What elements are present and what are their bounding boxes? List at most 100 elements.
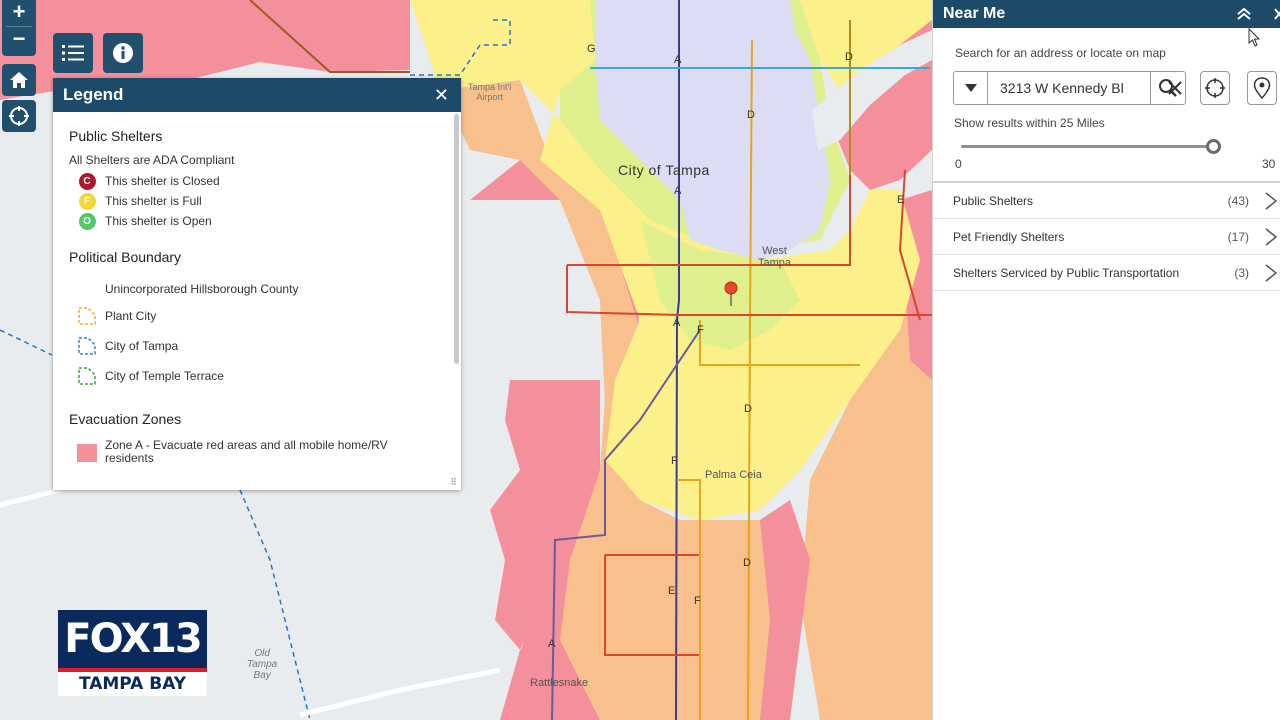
slider-max-label: 30 [1262, 157, 1276, 171]
chevron-right-icon [1265, 264, 1278, 282]
zoom-out-button[interactable]: − [2, 27, 36, 53]
home-icon [10, 72, 28, 88]
airport-label: Tampa Int'l Airport [468, 82, 512, 102]
route-letter-a: A [548, 638, 556, 650]
route-letter-f: F [671, 455, 678, 467]
select-location-on-map-button[interactable] [1247, 71, 1277, 105]
temple-terrace-boundary-icon [78, 367, 96, 385]
legend-item-full: F This shelter is Full [69, 191, 451, 211]
legend-item-open: O This shelter is Open [69, 211, 451, 231]
legend-item-temple-terrace: City of Temple Terrace [69, 361, 451, 391]
close-panel-icon[interactable] [1273, 7, 1280, 21]
route-letter-f: F [694, 595, 701, 607]
locate-icon [9, 106, 29, 126]
info-icon [113, 43, 133, 63]
legend-close-icon[interactable]: ✕ [434, 85, 449, 106]
route-letter-d: D [744, 403, 752, 415]
result-count: (17) [1227, 229, 1249, 244]
mouse-cursor-icon [1248, 28, 1261, 47]
legend-item-label: City of Tampa [105, 339, 179, 353]
legend-section-political-boundary: Political Boundary [69, 249, 182, 265]
route-letter-f: F [697, 324, 704, 336]
plant-city-boundary-icon [78, 307, 96, 325]
legend-item-label: This shelter is Full [105, 194, 202, 208]
legend-section-evacuation-zones: Evacuation Zones [69, 411, 182, 427]
legend-item-label: This shelter is Open [105, 214, 212, 228]
map-pin-icon [1253, 77, 1271, 99]
shelter-open-icon: O [78, 212, 96, 230]
city-of-tampa-boundary-icon [78, 337, 96, 355]
route-letter-d: D [743, 557, 751, 569]
result-name: Shelters Serviced by Public Transportati… [953, 265, 1180, 280]
route-letter-a: A [674, 54, 682, 66]
legend-body[interactable]: Public Shelters All Shelters are ADA Com… [53, 112, 451, 490]
route-letter-a: A [674, 185, 682, 197]
legend-panel: Legend ✕ Public Shelters All Shelters ar… [53, 78, 461, 490]
zoom-in-button[interactable]: + [2, 0, 36, 26]
legend-toggle-button[interactable] [53, 33, 93, 73]
route-letter-e: E [897, 194, 904, 206]
city-of-tampa-label: City of Tampa [618, 162, 710, 178]
west-tampa-label: West Tampa [758, 245, 792, 269]
radius-slider-thumb[interactable] [1206, 139, 1221, 154]
search-bar [953, 71, 1186, 105]
result-row-pet-friendly[interactable]: Pet Friendly Shelters (17) [933, 219, 1280, 255]
shelter-closed-icon: C [78, 172, 96, 190]
slider-min-label: 0 [955, 157, 962, 171]
legend-ada-note: All Shelters are ADA Compliant [69, 153, 235, 167]
legend-section-public-shelters: Public Shelters [69, 128, 163, 144]
legend-item-unincorporated: Unincorporated Hillsborough County [69, 277, 451, 301]
result-row-public-transportation[interactable]: Shelters Serviced by Public Transportati… [933, 255, 1280, 291]
radius-slider-track[interactable] [961, 145, 1216, 148]
result-name: Public Shelters [953, 193, 1034, 208]
result-name: Pet Friendly Shelters [953, 229, 1065, 244]
info-button[interactable] [103, 33, 143, 73]
legend-scrollbar[interactable] [454, 114, 459, 364]
legend-item-label: This shelter is Closed [105, 174, 220, 188]
result-row-public-shelters[interactable]: Public Shelters (43) [933, 183, 1280, 219]
fox13-logo: FOX13 TAMPA BAY [58, 610, 207, 696]
route-letter-d: D [845, 51, 853, 63]
search-source-dropdown[interactable] [953, 71, 988, 105]
legend-item-zone-a: Zone A - Evacuate red areas and all mobi… [69, 439, 451, 469]
legend-item-plant-city: Plant City [69, 301, 451, 331]
zoom-control: + − [2, 0, 36, 56]
legend-resize-handle[interactable]: ⠿ [450, 477, 457, 488]
chevron-right-icon [1265, 228, 1278, 246]
address-search-input[interactable] [988, 71, 1151, 105]
zone-a-swatch-icon [77, 444, 97, 462]
caret-down-icon [964, 84, 977, 92]
crosshair-icon [1205, 78, 1225, 98]
legend-item-label: Plant City [105, 309, 157, 323]
legend-header: Legend ✕ [53, 78, 461, 112]
search-hint-text: Search for an address or locate on map [955, 46, 1166, 60]
collapse-chevrons-icon[interactable] [1236, 6, 1252, 22]
fox13-region-text: TAMPA BAY [58, 672, 207, 696]
home-button[interactable] [2, 64, 36, 96]
chevron-right-icon [1265, 192, 1278, 210]
legend-item-label: Zone A - Evacuate red areas and all mobi… [105, 438, 388, 465]
legend-item-closed: C This shelter is Closed [69, 171, 451, 191]
legend-title: Legend [63, 85, 124, 104]
result-count: (43) [1227, 193, 1249, 208]
near-me-title: Near Me [943, 5, 1006, 22]
route-letter-e: E [668, 585, 675, 597]
locate-button[interactable] [2, 100, 36, 132]
legend-item-city-of-tampa: City of Tampa [69, 331, 451, 361]
route-letter-d: D [747, 109, 755, 121]
near-me-panel: Near Me Search for an address or locate … [932, 0, 1280, 720]
legend-item-label: Unincorporated Hillsborough County [105, 282, 299, 296]
use-current-location-button[interactable] [1200, 71, 1230, 105]
rattlesnake-label: Rattlesnake [530, 677, 589, 689]
legend-list-icon [62, 45, 84, 61]
legend-item-label: City of Temple Terrace [105, 369, 224, 383]
route-letter-a: A [673, 317, 681, 329]
fox13-brand-text: FOX13 [58, 610, 207, 668]
near-me-header: Near Me [933, 0, 1280, 28]
clear-search-icon[interactable] [1165, 78, 1185, 98]
palma-ceia-label: Palma Ceia [705, 469, 762, 481]
shelter-full-icon: F [78, 192, 96, 210]
old-tampa-bay-label: Old Tampa Bay [247, 648, 278, 681]
search-radius-label: Show results within 25 Miles [954, 116, 1105, 130]
route-letter-g: G [587, 43, 596, 55]
